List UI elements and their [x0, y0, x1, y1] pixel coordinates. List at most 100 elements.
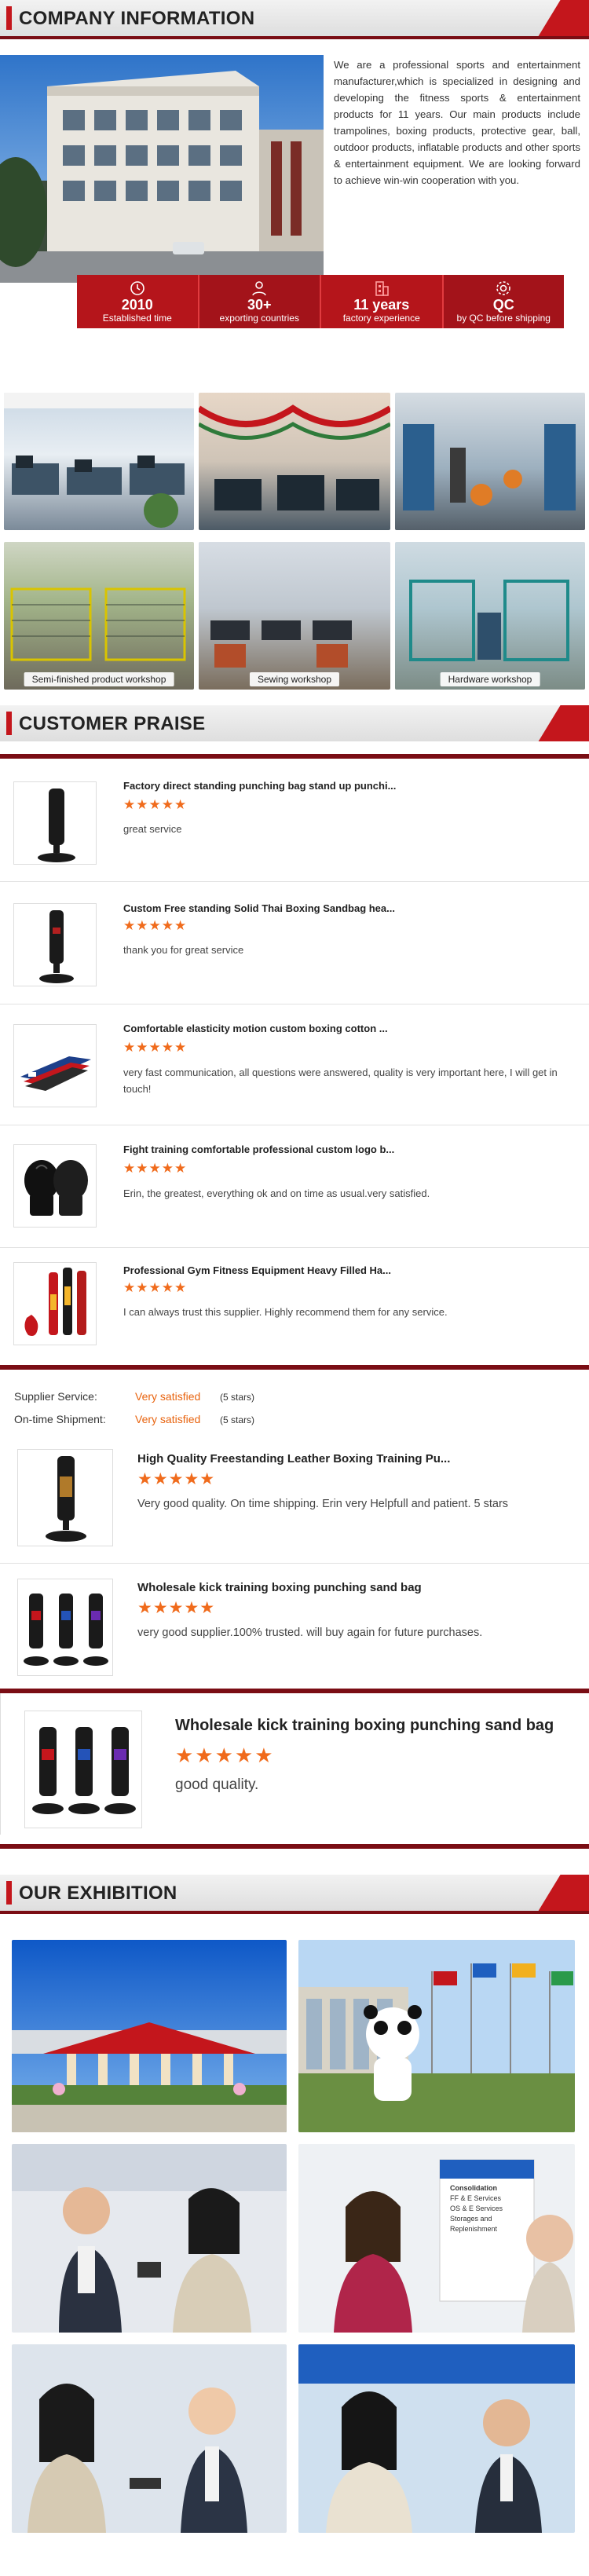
rating-value: Very satisfied — [135, 1390, 201, 1403]
company-section-header: COMPANY INFORMATION — [0, 0, 589, 36]
workshop-caption: Sewing workshop — [249, 672, 340, 686]
stat-qc: QC by QC before shipping — [443, 275, 564, 328]
exhibition-booth-photo: Consolidation FF & E Services OS & E Ser… — [298, 2144, 575, 2333]
rating-stars: (5 stars) — [220, 1392, 255, 1403]
review-text: I can always trust this supplier. Highly… — [123, 1306, 448, 1318]
stat-established: 2010 Established time — [77, 275, 199, 328]
red-corner-flag — [538, 1875, 589, 1911]
gear-icon — [496, 281, 511, 295]
exhibition-visitor-photo — [298, 2344, 575, 2533]
review-stars: ★★★★★ — [123, 1161, 188, 1176]
exhibition-mascot-photo — [298, 1940, 575, 2132]
person-icon — [252, 281, 267, 296]
review-item: Professional Gym Fitness Equipment Heavy… — [0, 1250, 589, 1360]
review-product-title[interactable]: Wholesale kick training boxing punching … — [137, 1581, 422, 1594]
company-section-title: COMPANY INFORMATION — [19, 8, 255, 29]
praise-section-header: CUSTOMER PRAISE — [0, 705, 589, 741]
rating-label: Supplier Service: — [14, 1390, 97, 1403]
review-product-title[interactable]: Professional Gym Fitness Equipment Heavy… — [123, 1264, 391, 1276]
building-icon — [375, 281, 389, 296]
product-thumbnail[interactable] — [13, 903, 97, 986]
booth-board-text: Consolidation FF & E Services OS & E Ser… — [450, 2183, 529, 2234]
factory-building-photo — [0, 55, 324, 283]
review-stars: ★★★★★ — [123, 918, 188, 933]
rating-stars: (5 stars) — [220, 1414, 255, 1425]
section-marker — [6, 6, 12, 30]
stat-value: 11 years — [353, 297, 410, 313]
semi-finished-workshop-photo: Semi-finished product workshop — [4, 542, 194, 690]
product-thumbnail[interactable] — [24, 1711, 142, 1828]
red-corner-flag — [538, 705, 589, 741]
divider — [0, 881, 589, 882]
board-line: FF & E Services — [450, 2194, 502, 2202]
section-marker — [6, 1881, 12, 1905]
product-thumbnail[interactable] — [13, 1262, 97, 1345]
review-product-title[interactable]: Comfortable elasticity motion custom box… — [123, 1023, 388, 1034]
featured-review-text: good quality. — [175, 1776, 259, 1793]
stat-value: 2010 — [121, 297, 153, 313]
red-corner-flag — [538, 0, 589, 36]
workshop-caption: Semi-finished product workshop — [24, 672, 174, 686]
section-rule — [0, 1365, 589, 1370]
praise-section-title: CUSTOMER PRAISE — [19, 713, 206, 734]
stat-label: Established time — [102, 313, 172, 324]
showroom-photo — [199, 393, 390, 530]
warehouse-photo — [395, 393, 585, 530]
company-intro-text: We are a professional sports and enterta… — [334, 59, 580, 186]
review-text: very fast communication, all questions w… — [123, 1067, 558, 1095]
exhibition-discussion-photo — [12, 2344, 287, 2533]
stat-value: 30+ — [247, 297, 272, 313]
clock-icon — [130, 281, 145, 295]
stat-label: exporting countries — [219, 313, 299, 324]
featured-review: Wholesale kick training boxing punching … — [0, 1693, 589, 1835]
exhibition-section-title: OUR EXHIBITION — [19, 1883, 177, 1904]
review-item: High Quality Freestanding Leather Boxing… — [0, 1441, 589, 1559]
section-rule — [0, 36, 589, 39]
review-item: Factory direct standing punching bag sta… — [0, 766, 589, 884]
exhibition-meeting-photo — [12, 2144, 287, 2333]
board-line: Consolidation — [450, 2184, 497, 2192]
review-product-title[interactable]: Custom Free standing Solid Thai Boxing S… — [123, 902, 395, 914]
board-line: OS & E Services — [450, 2205, 503, 2212]
hardware-workshop-photo: Hardware workshop — [395, 542, 585, 690]
sewing-workshop-photo: Sewing workshop — [199, 542, 390, 690]
stat-label: factory experience — [342, 313, 420, 324]
featured-stars: ★★★★★ — [175, 1744, 275, 1767]
review-product-title[interactable]: Fight training comfortable professional … — [123, 1143, 394, 1155]
page: COMPANY INFORMATION We are a professiona… — [0, 0, 589, 2576]
rating-value: Very satisfied — [135, 1413, 201, 1425]
review-stars: ★★★★★ — [123, 1280, 188, 1295]
product-thumbnail[interactable] — [13, 781, 97, 865]
workshop-caption: Hardware workshop — [440, 672, 540, 686]
featured-product-title[interactable]: Wholesale kick training boxing punching … — [175, 1717, 554, 1735]
company-stats: 2010 Established time 30+ exporting coun… — [77, 275, 564, 328]
review-stars: ★★★★★ — [123, 797, 188, 812]
stat-label: by QC before shipping — [456, 313, 551, 324]
office-photo — [4, 393, 194, 530]
review-product-title[interactable]: High Quality Freestanding Leather Boxing… — [137, 1452, 450, 1465]
review-text: great service — [123, 823, 182, 835]
section-rule — [0, 1911, 589, 1914]
review-text: Very good quality. On time shipping. Eri… — [137, 1498, 509, 1510]
stat-countries: 30+ exporting countries — [199, 275, 321, 328]
product-thumbnail[interactable] — [13, 1024, 97, 1107]
review-item: Wholesale kick training boxing punching … — [0, 1567, 589, 1677]
divider — [0, 1563, 589, 1564]
review-text: very good supplier.100% trusted. will bu… — [137, 1626, 483, 1639]
review-item: Comfortable elasticity motion custom box… — [0, 1007, 589, 1125]
review-item: Fight training comfortable professional … — [0, 1128, 589, 1246]
review-stars: ★★★★★ — [123, 1040, 188, 1055]
product-thumbnail[interactable] — [13, 1144, 97, 1228]
review-product-title[interactable]: Factory direct standing punching bag sta… — [123, 780, 396, 792]
review-text: Erin, the greatest, everything ok and on… — [123, 1187, 430, 1199]
product-thumbnail[interactable] — [17, 1579, 113, 1676]
review-item: Custom Free standing Solid Thai Boxing S… — [0, 885, 589, 1003]
section-rule — [0, 754, 589, 759]
review-text: thank you for great service — [123, 944, 244, 956]
stat-value: QC — [492, 297, 514, 313]
section-marker — [6, 712, 12, 735]
exhibition-venue-photo — [12, 1940, 287, 2132]
review-stars: ★★★★★ — [137, 1470, 216, 1488]
product-thumbnail[interactable] — [17, 1449, 113, 1546]
divider — [0, 1247, 589, 1248]
